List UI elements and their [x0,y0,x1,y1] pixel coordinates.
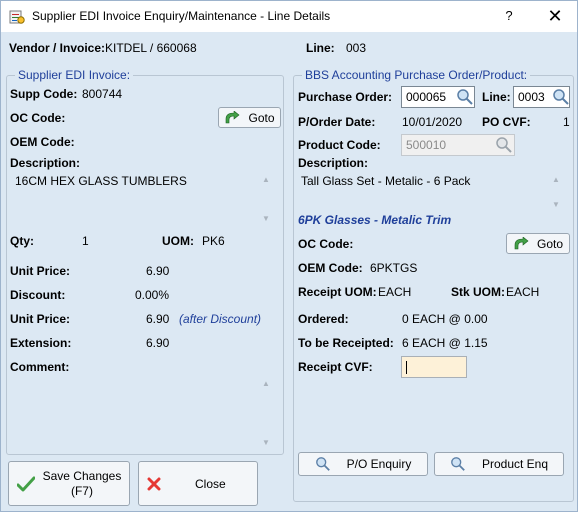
product-enq-button[interactable]: Product Enq [434,452,564,476]
unit-price-value: 6.90 [146,264,170,278]
stk-uom-label: Stk UOM: [451,285,505,299]
oc-code-label: OC Code: [10,111,66,125]
help-button[interactable]: ? [497,5,521,27]
close-button[interactable]: Close [138,461,258,506]
supp-code-label: Supp Code: [10,87,78,101]
supplier-description-scrollbar[interactable]: ▲ ▼ [258,172,273,226]
supplier-edi-group-title: Supplier EDI Invoice: [15,68,134,82]
scroll-up-icon[interactable]: ▲ [262,379,270,388]
bbs-group-title: BBS Accounting Purchase Order/Product: [302,68,531,82]
bbs-description-field[interactable]: Tall Glass Set - Metalic - 6 Pack ▲ ▼ [299,172,563,212]
qty-value: 1 [82,234,89,248]
product-code-value: 500010 [406,138,447,152]
magnifier-icon [451,457,465,471]
unit-price-label: Unit Price: [10,264,71,278]
line-value: 003 [346,41,367,55]
receipt-uom-label: Receipt UOM: [298,285,377,299]
ordered-label: Ordered: [298,312,349,326]
after-discount-note: (after Discount) [179,312,262,326]
po-line-value: 0003 [518,90,545,104]
dialog-window: Supplier EDI Invoice Enquiry/Maintenance… [0,0,578,512]
po-cvf-label: PO CVF: [482,115,531,129]
product-name: 6PK Glasses - Metalic Trim [298,213,452,227]
purchase-order-value: 000065 [406,90,447,104]
to-be-receipted-label: To be Receipted: [298,336,394,350]
goto-arrow-icon [514,236,529,249]
bbs-oem-code-label: OEM Code: [298,261,363,275]
qty-label: Qty: [10,234,34,248]
scroll-up-icon[interactable]: ▲ [262,175,270,184]
magnifier-icon [315,457,330,471]
scroll-down-icon[interactable]: ▼ [262,438,270,447]
red-x-icon [147,477,161,490]
title-bar: Supplier EDI Invoice Enquiry/Maintenance… [1,1,577,32]
unit-price-after-label: Unit Price: [10,312,71,326]
supp-code-value: 800744 [82,87,123,101]
po-enquiry-label: P/O Enquiry [346,457,412,471]
bbs-oem-code-value: 6PKTGS [370,261,418,275]
supplier-description-label: Description: [10,156,81,170]
line-lookup-icon[interactable] [552,88,570,106]
bbs-description-scrollbar[interactable]: ▲ ▼ [548,172,563,212]
save-changes-shortcut: (F7) [70,483,93,498]
discount-label: Discount: [10,288,66,302]
supplier-goto-label: Goto [248,110,275,125]
goto-arrow-icon [226,110,240,123]
bbs-goto-label: Goto [536,236,563,251]
stk-uom-value: EACH [506,285,540,299]
receipt-uom-value: EACH [378,285,412,299]
porder-date-value: 10/01/2020 [402,115,463,129]
po-enquiry-button[interactable]: P/O Enquiry [298,452,428,476]
save-changes-label: Save Changes [42,468,122,483]
supplier-description-value: 16CM HEX GLASS TUMBLERS [15,174,187,188]
save-changes-button[interactable]: Save Changes (F7) [8,461,130,506]
scroll-down-icon[interactable]: ▼ [262,214,270,223]
comment-field[interactable]: ▲ ▼ [12,376,273,450]
product-enq-label: Product Enq [481,457,549,471]
uom-label: UOM: [162,234,194,248]
checkmark-icon [16,476,35,491]
discount-value: 0.00% [135,288,170,302]
comment-scrollbar[interactable]: ▲ ▼ [258,376,273,450]
receipt-cvf-input[interactable] [401,356,467,378]
vendor-invoice-value: KITDEL / 660068 [105,41,197,55]
line-label: Line: [306,41,335,55]
product-lookup-icon[interactable] [495,136,513,154]
extension-label: Extension: [10,336,72,350]
text-cursor [406,361,407,375]
supplier-description-field[interactable]: 16CM HEX GLASS TUMBLERS ▲ ▼ [12,172,273,226]
bbs-oc-code-label: OC Code: [298,237,354,251]
bbs-description-value: Tall Glass Set - Metalic - 6 Pack [301,174,471,188]
po-lookup-icon[interactable] [456,88,474,106]
comment-label: Comment: [10,360,70,374]
scroll-up-icon[interactable]: ▲ [552,175,560,184]
supplier-goto-button[interactable]: Goto [218,107,281,128]
app-icon [9,10,25,24]
po-cvf-value: 1 [563,115,570,129]
unit-price-after-value: 6.90 [146,312,170,326]
bbs-goto-button[interactable]: Goto [506,233,570,254]
porder-date-label: P/Order Date: [298,115,376,129]
extension-value: 6.90 [146,336,170,350]
ordered-value: 0 EACH @ 0.00 [402,312,488,326]
receipt-cvf-label: Receipt CVF: [298,360,373,374]
vendor-invoice-label: Vendor / Invoice: [9,41,106,55]
po-line-label: Line: [482,90,511,104]
purchase-order-label: Purchase Order: [298,90,393,104]
oem-code-label: OEM Code: [10,135,75,149]
save-changes-text: Save Changes (F7) [43,469,122,499]
bbs-description-label: Description: [298,156,369,170]
uom-value: PK6 [202,234,225,248]
window-close-button[interactable]: ✕ [543,5,567,27]
close-label: Close [195,476,226,491]
scroll-down-icon[interactable]: ▼ [552,200,560,209]
to-be-receipted-value: 6 EACH @ 1.15 [402,336,488,350]
product-code-label: Product Code: [298,138,381,152]
window-title: Supplier EDI Invoice Enquiry/Maintenance… [32,9,331,23]
